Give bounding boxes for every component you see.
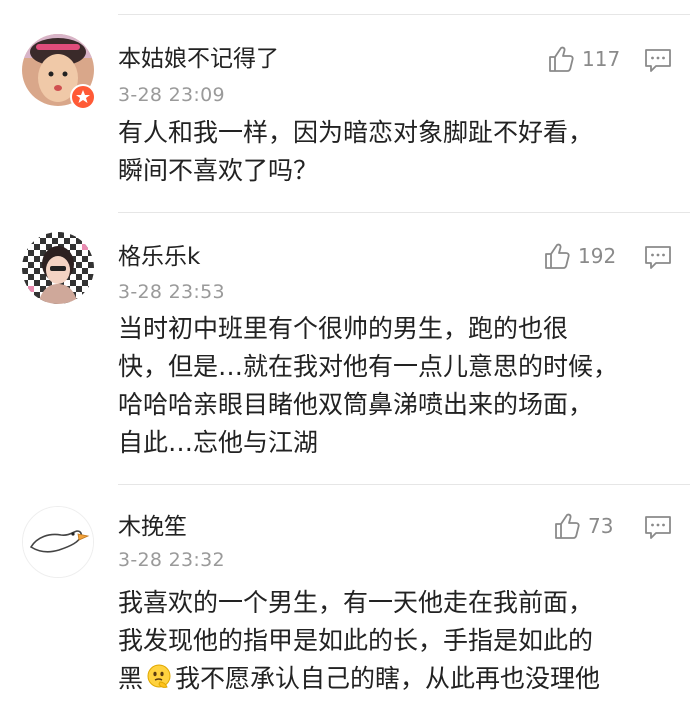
thumbs-up-icon: [549, 46, 574, 72]
like-button[interactable]: 192: [542, 241, 616, 271]
comment-item: 木挽笙 3-28 23:32 73 我喜欢的一个男生，有一天他走在我前面， 我发…: [0, 484, 690, 707]
vip-badge-icon: [70, 84, 96, 110]
timestamp: 3-28 23:53: [118, 281, 225, 303]
comment-line: 瞬间不喜欢了吗？: [118, 156, 319, 185]
comment-line: 我喜欢的一个男生，有一天他走在我前面，: [118, 588, 594, 617]
comment-line: 我发现他的指甲是如此的长，手指是如此的: [118, 626, 594, 655]
thumbs-up-icon: [545, 243, 570, 269]
comment-text: 我喜欢的一个男生，有一天他走在我前面， 我发现他的指甲是如此的长，手指是如此的 …: [118, 584, 678, 698]
comment-line: 当时初中班里有个很帅的男生，跑的也很: [118, 314, 569, 343]
like-button[interactable]: 73: [552, 511, 613, 541]
avatar[interactable]: [22, 506, 94, 578]
goose-avatar-icon: [23, 507, 93, 577]
comment-text: 当时初中班里有个很帅的男生，跑的也很 快，但是…就在我对他有一点儿意思的时候， …: [118, 310, 678, 462]
comment-line: 黑 我不愿承认自己的瞎，从此再也没理他: [118, 660, 678, 698]
username[interactable]: 木挽笙: [118, 512, 187, 542]
comment-line-segment: 我不愿承认自己的瞎，从此再也没理他: [175, 664, 601, 693]
like-count: 117: [582, 47, 621, 71]
comment-bubble-icon[interactable]: [644, 515, 672, 541]
username[interactable]: 格乐乐k: [118, 242, 200, 272]
comment-bubble-icon[interactable]: [644, 245, 672, 271]
like-count: 192: [578, 244, 617, 268]
thinking-emoji-icon: [147, 664, 171, 688]
like-button[interactable]: 117: [546, 44, 620, 74]
avatar[interactable]: [22, 232, 94, 304]
comment-line: 哈哈哈亲眼目睹他双筒鼻涕喷出来的场面，: [118, 390, 594, 419]
comment-text: 有人和我一样，因为暗恋对象脚趾不好看， 瞬间不喜欢了吗？: [118, 114, 678, 190]
comment-line: 有人和我一样，因为暗恋对象脚趾不好看，: [118, 118, 594, 147]
comment-item: 本姑娘不记得了 3-28 23:09 117 有人和我一样，因为暗恋对象脚趾不好…: [0, 0, 690, 212]
timestamp: 3-28 23:09: [118, 84, 225, 106]
like-count: 73: [588, 514, 614, 538]
thumbs-up-icon: [555, 513, 580, 539]
comment-line-segment: 黑: [118, 664, 144, 693]
comment-line: 快，但是…就在我对他有一点儿意思的时候，: [118, 352, 619, 381]
comment-line: 自此…忘他与江湖: [118, 428, 319, 457]
username[interactable]: 本姑娘不记得了: [118, 44, 279, 74]
comment-item: 格乐乐k 3-28 23:53 192 当时初中班里有个很帅的男生，跑的也很 快…: [0, 212, 690, 484]
checkered-avatar-icon: [22, 232, 94, 304]
timestamp: 3-28 23:32: [118, 549, 225, 571]
comment-bubble-icon[interactable]: [644, 48, 672, 74]
